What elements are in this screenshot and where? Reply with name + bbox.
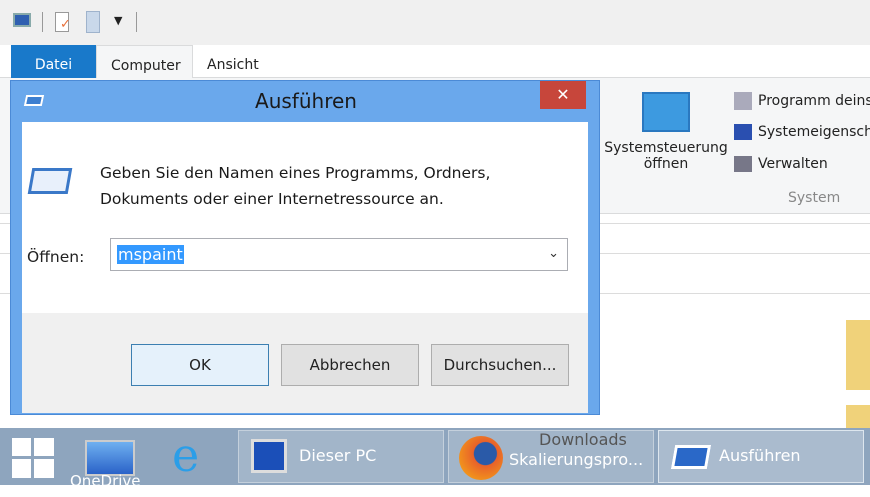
uninstall-program-button[interactable]: Programm deins xyxy=(734,92,870,110)
new-folder-icon[interactable] xyxy=(86,11,100,33)
ribbon-tabs: Datei Computer Ansicht xyxy=(0,45,870,78)
properties-icon[interactable]: ✓ xyxy=(55,12,71,32)
browse-button[interactable]: Durchsuchen... xyxy=(431,344,569,386)
tab-ansicht[interactable]: Ansicht xyxy=(193,45,273,78)
taskbar-item-firefox[interactable]: Downloads Skalierungspro... xyxy=(448,430,654,483)
internet-explorer-icon[interactable]: e xyxy=(172,432,199,478)
open-label: Öffnen: xyxy=(27,248,85,266)
chevron-down-icon[interactable]: ⌄ xyxy=(548,246,559,261)
message-line: Dokuments oder einer Internetressource a… xyxy=(100,190,444,208)
system-properties-button[interactable]: Systemeigensch xyxy=(734,124,870,140)
taskbar-label-top: Downloads xyxy=(539,430,627,449)
uninstall-program-label: Programm deins xyxy=(758,93,870,109)
open-combobox[interactable]: mspaint ⌄ xyxy=(110,238,568,271)
control-panel-button[interactable]: Systemsteuerung öffnen xyxy=(602,92,730,172)
tab-datei[interactable]: Datei xyxy=(11,45,96,78)
taskbar-label: Dieser PC xyxy=(299,446,377,465)
computer-icon[interactable] xyxy=(13,13,31,27)
cancel-button[interactable]: Abbrechen xyxy=(281,344,419,386)
dialog-message: Geben Sie den Namen eines Programms, Ord… xyxy=(100,160,490,212)
separator xyxy=(136,12,137,32)
taskbar-item-dieser-pc[interactable]: Dieser PC xyxy=(238,430,444,483)
message-line: Geben Sie den Namen eines Programms, Ord… xyxy=(100,164,491,182)
firefox-icon xyxy=(459,436,503,480)
taskbar-label: Ausführen xyxy=(719,446,801,465)
close-button[interactable]: ✕ xyxy=(540,81,586,109)
run-large-icon xyxy=(27,168,73,194)
manage-button[interactable]: Verwalten xyxy=(734,156,828,172)
control-panel-label2: öffnen xyxy=(643,156,689,172)
ok-button[interactable]: OK xyxy=(131,344,269,386)
start-button[interactable] xyxy=(10,436,54,478)
onedrive-desktop-icon[interactable] xyxy=(85,440,135,476)
computer-icon xyxy=(251,439,287,473)
control-panel-icon xyxy=(642,92,690,132)
dialog-content: Geben Sie den Namen eines Programms, Ord… xyxy=(22,122,588,313)
dialog-title: Ausführen xyxy=(255,89,357,113)
run-icon xyxy=(670,445,712,469)
folder-icon xyxy=(846,320,870,390)
taskbar: OneDrive e Dieser PC Downloads Skalierun… xyxy=(0,428,870,490)
folder-icon xyxy=(846,405,870,428)
tab-computer[interactable]: Computer xyxy=(96,45,193,78)
open-input[interactable]: mspaint xyxy=(117,245,184,264)
system-properties-label: Systemeigensch xyxy=(758,124,870,140)
windows-icon xyxy=(12,438,54,478)
programs-icon xyxy=(734,92,752,110)
group-label-system: System xyxy=(788,190,841,206)
control-panel-label: Systemsteuerung xyxy=(604,140,728,156)
system-properties-icon xyxy=(734,124,752,140)
customize-dropdown-icon[interactable]: ▼ xyxy=(114,14,122,27)
taskbar-label: Skalierungspro... xyxy=(509,450,644,469)
quick-access-toolbar: ✓ ▼ xyxy=(0,0,870,45)
separator xyxy=(42,12,43,32)
manage-label: Verwalten xyxy=(758,156,828,172)
taskbar-item-ausfuehren[interactable]: Ausführen xyxy=(658,430,864,483)
onedrive-label: OneDrive xyxy=(70,472,141,490)
manage-icon xyxy=(734,156,752,172)
run-dialog: Ausführen ✕ Geben Sie den Namen eines Pr… xyxy=(10,80,600,415)
